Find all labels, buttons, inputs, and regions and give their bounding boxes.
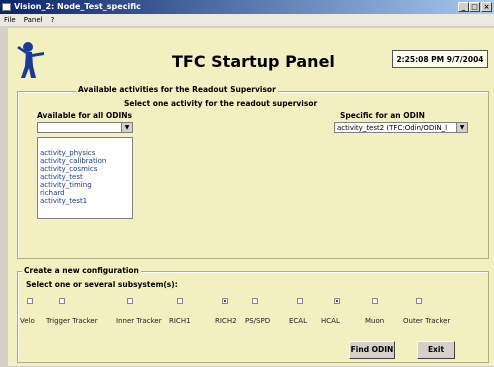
list-item[interactable]: activity_calibration	[38, 157, 132, 165]
subsystem-checkbox[interactable]	[27, 298, 33, 304]
clock-display: 2:25:08 PM 9/7/2004	[392, 50, 488, 68]
window-title: Vision_2: Node_Test_specific	[14, 2, 141, 11]
config-frame-title: Create a new configuration	[22, 266, 141, 275]
find-odin-button[interactable]: Find ODIN	[349, 341, 395, 359]
subsystem-checkbox[interactable]	[59, 298, 65, 304]
menu-file[interactable]: File	[4, 16, 16, 24]
all-odins-label: Available for all ODINs	[37, 111, 132, 120]
subsystem-label: Trigger Tracker	[46, 317, 98, 325]
list-item[interactable]: activity_cosmics	[38, 165, 132, 173]
subsystem-checkbox[interactable]	[297, 298, 303, 304]
menu-panel[interactable]: Panel	[24, 16, 43, 24]
close-button[interactable]: ×	[481, 2, 492, 12]
dropdown-arrow-icon[interactable]: ▼	[456, 123, 467, 132]
list-item[interactable]: richard	[38, 189, 132, 197]
subsystem-label: Muon	[365, 317, 385, 325]
specific-odin-value: activity_test2 (TFC:Odin/ODIN_l	[337, 124, 448, 132]
subsystem-label: Velo	[20, 317, 35, 325]
dropdown-arrow-icon[interactable]: ▼	[121, 123, 132, 132]
config-instruction: Select one or several subsystem(s):	[26, 280, 178, 289]
subsystem-checkbox[interactable]	[252, 298, 258, 304]
menu-help[interactable]: ?	[51, 16, 55, 24]
figure-logo-icon	[17, 42, 44, 78]
subsystem-checkbox[interactable]	[416, 298, 422, 304]
subsystem-label: RICH1	[169, 317, 191, 325]
subsystem-label: ECAL	[289, 317, 307, 325]
subsystem-checkbox[interactable]	[177, 298, 183, 304]
page-title: TFC Startup Panel	[172, 52, 335, 71]
minimize-button[interactable]: _	[458, 2, 469, 12]
title-bar: Vision_2: Node_Test_specific _ □ ×	[0, 0, 494, 14]
list-item[interactable]: activity_timing	[38, 181, 132, 189]
readout-frame-title: Available activities for the Readout Sup…	[76, 85, 278, 94]
subsystem-checkbox[interactable]	[222, 298, 228, 304]
subsystem-label: PS/SPD	[245, 317, 271, 325]
list-item[interactable]: activity_physics	[38, 149, 132, 157]
subsystem-checkbox[interactable]	[334, 298, 340, 304]
app-icon	[2, 3, 11, 11]
list-item[interactable]: activity_test	[38, 173, 132, 181]
subsystem-label: HCAL	[321, 317, 340, 325]
menu-bar: File Panel?	[0, 14, 494, 26]
specific-odin-label: Specific for an ODIN	[340, 111, 425, 120]
specific-odin-select[interactable]: activity_test2 (TFC:Odin/ODIN_l ▼	[334, 122, 468, 133]
all-odins-dropdown-list[interactable]: activity_physics activity_calibration ac…	[37, 137, 133, 219]
subsystem-label: RICH2	[215, 317, 237, 325]
subsystem-checkbox[interactable]	[127, 298, 133, 304]
list-item[interactable]: activity_test1	[38, 197, 132, 205]
subsystem-checkbox[interactable]	[372, 298, 378, 304]
maximize-button[interactable]: □	[469, 2, 480, 12]
readout-instruction: Select one activity for the readout supe…	[124, 99, 318, 108]
all-odins-select[interactable]: ▼	[37, 122, 133, 133]
subsystem-label: Outer Tracker	[403, 317, 451, 325]
subsystem-label: Inner Tracker	[116, 317, 162, 325]
exit-button[interactable]: Exit	[417, 341, 455, 359]
